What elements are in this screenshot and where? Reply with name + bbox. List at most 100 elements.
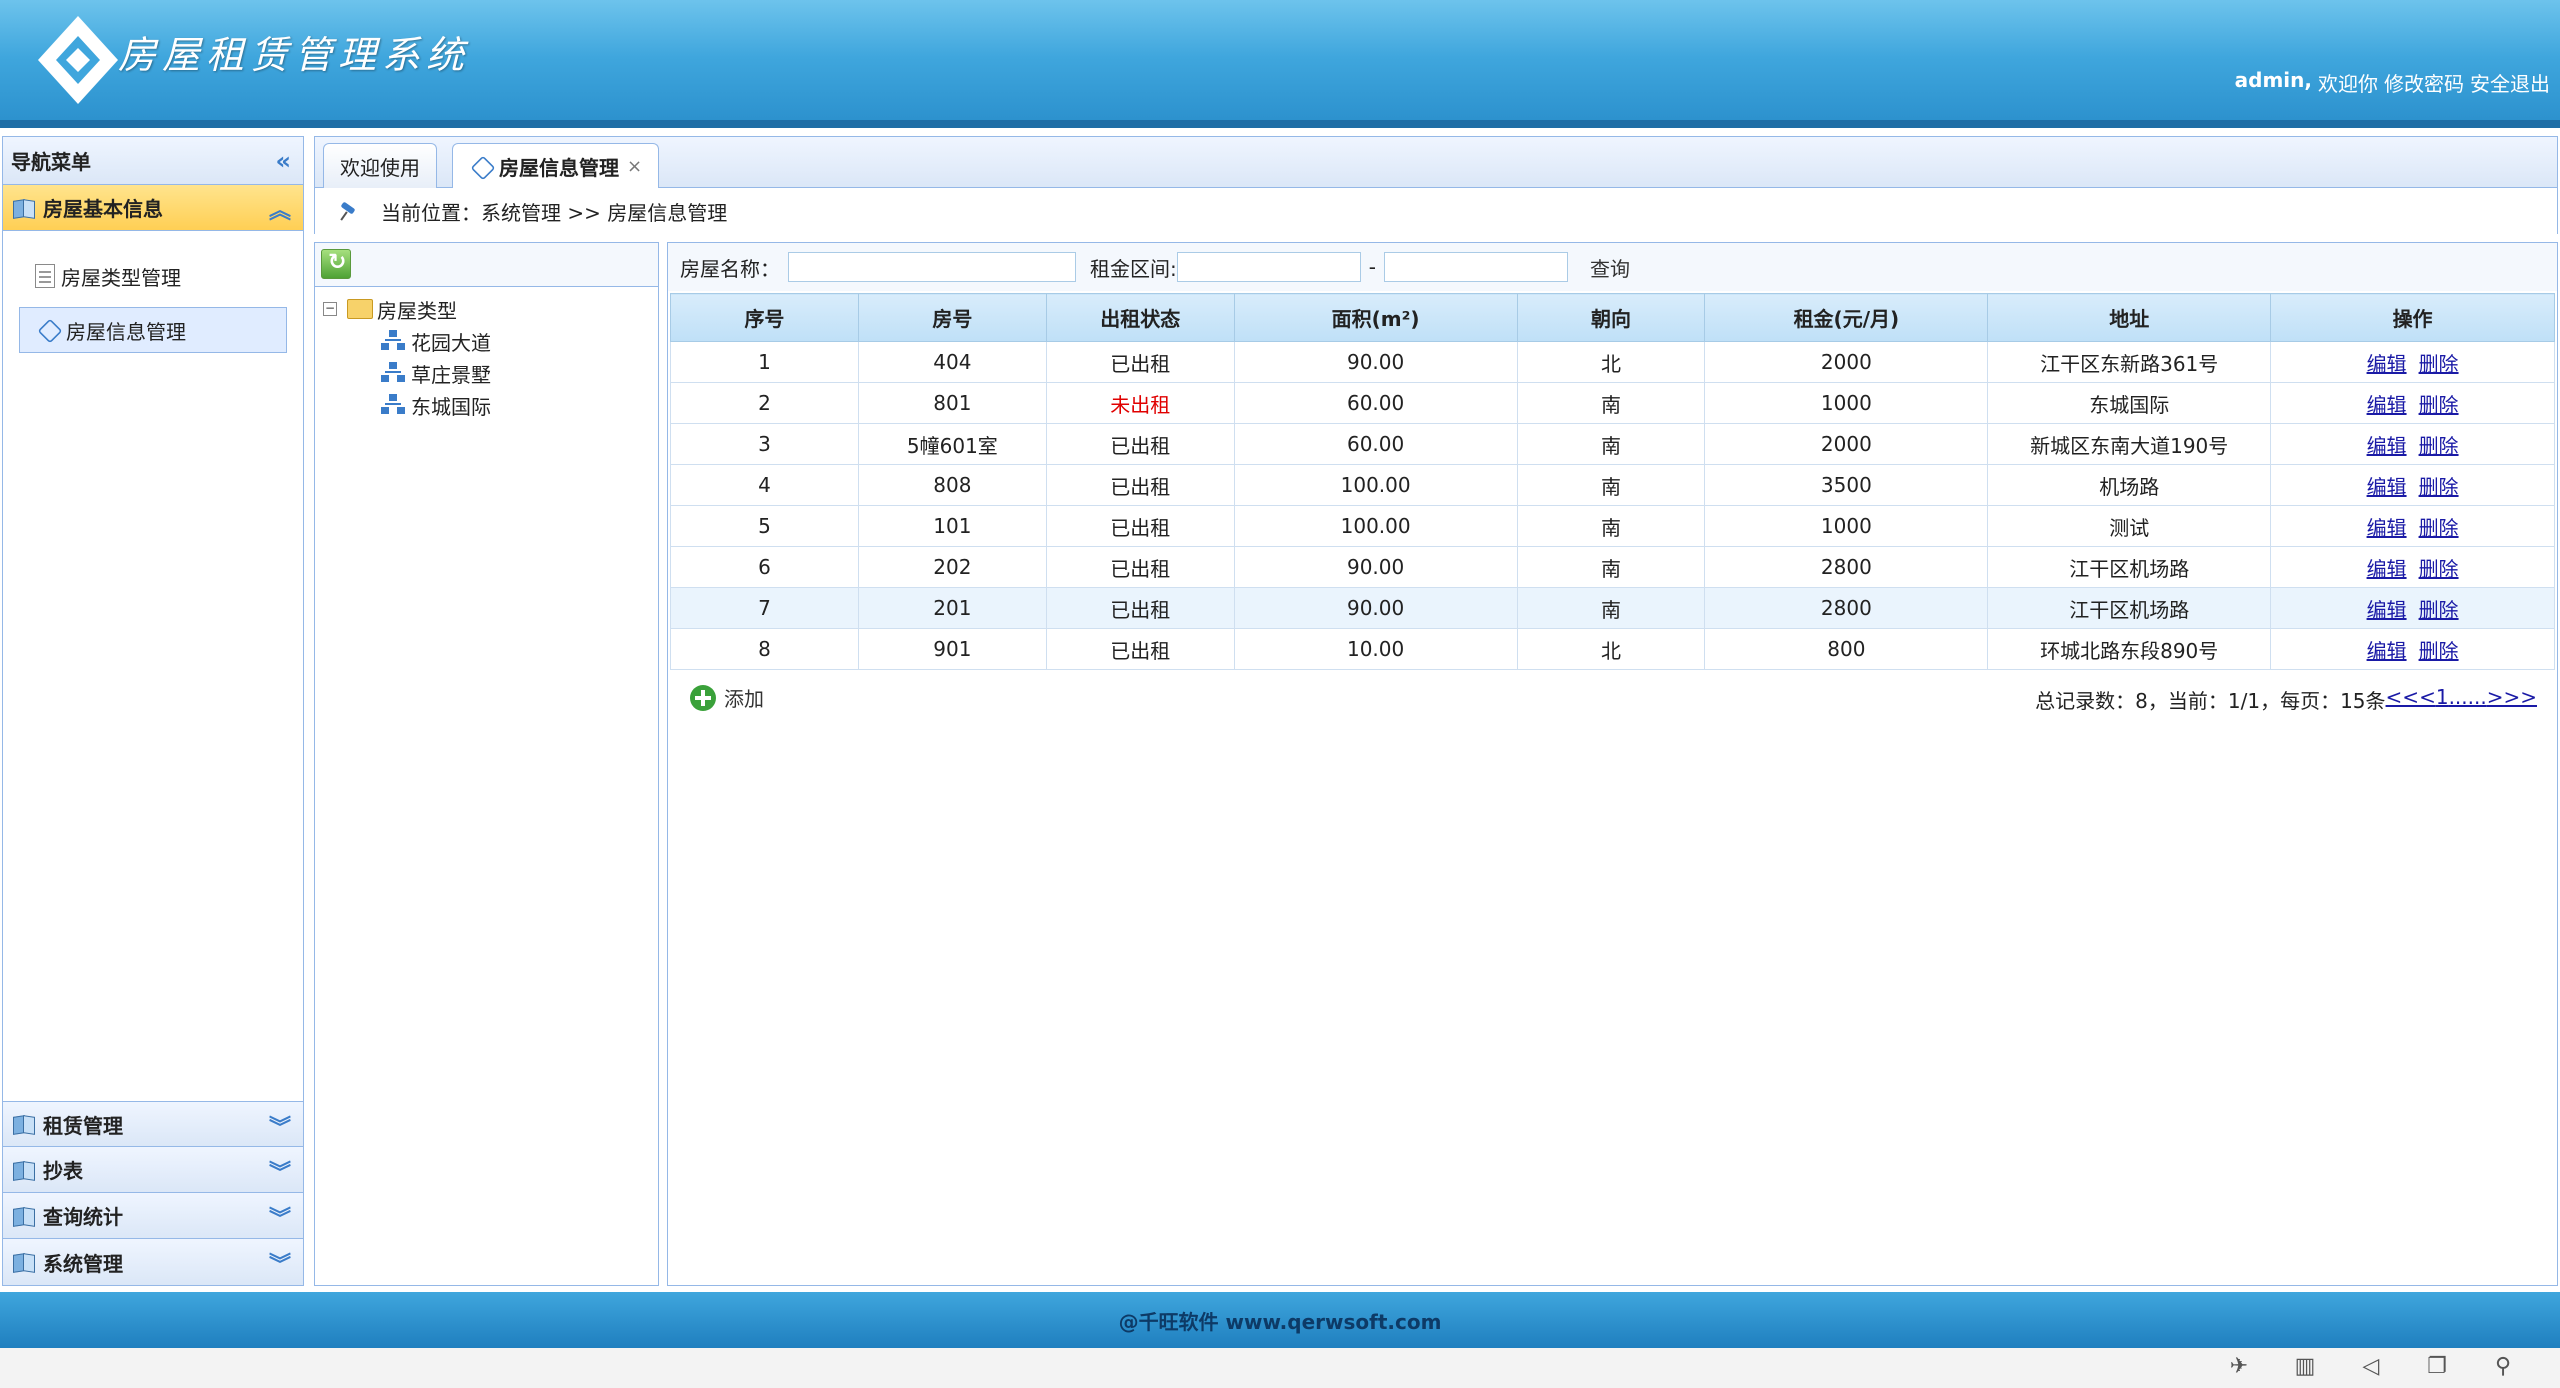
tree-node-child[interactable]: 花园大道: [323, 325, 650, 357]
rocket-icon[interactable]: ✈: [2226, 1354, 2252, 1380]
table-row[interactable]: 1 404 已出租 90.00 北 2000 江干区东新路361号 编辑 删除: [670, 341, 2555, 383]
category-tree-panel: − 房屋类型 花园大道 草庄景墅 东城国际: [314, 242, 659, 1286]
table-cell: 江干区机场路: [1987, 546, 2272, 588]
edit-link[interactable]: 编辑: [2367, 557, 2407, 581]
tree-collapse-icon[interactable]: −: [323, 302, 337, 316]
tab-welcome[interactable]: 欢迎使用: [323, 143, 437, 189]
table-row[interactable]: 4 808 已出租 100.00 南 3500 机场路 编辑 删除: [670, 464, 2555, 506]
house-name-input[interactable]: [788, 252, 1076, 282]
column-header[interactable]: 房号: [857, 293, 1047, 342]
nav-section-body: 房屋类型管理 房屋信息管理: [3, 231, 303, 1133]
table-cell: 东城国际: [1987, 382, 2272, 424]
nav-item-house-type[interactable]: 房屋类型管理: [19, 253, 287, 299]
rent-range-separator: -: [1368, 255, 1376, 279]
delete-link[interactable]: 删除: [2419, 516, 2459, 540]
main-panel: 房屋名称： 租金区间: - 查询 序号 房号 出租状态 面积(m²) 朝向 租金…: [667, 242, 2558, 1286]
change-password-link[interactable]: 修改密码: [2384, 68, 2464, 97]
nav-collapsed-sections: 租赁管理 ︾ 抄表 ︾ 查询统计 ︾ 系统管理 ︾: [3, 1101, 303, 1285]
nav-section-house-basic[interactable]: 房屋基本信息 ︽: [3, 185, 303, 231]
table-cell: 1000: [1704, 505, 1989, 547]
column-header[interactable]: 租金(元/月): [1704, 293, 1989, 342]
query-button[interactable]: 查询: [1590, 253, 1630, 282]
edit-link[interactable]: 编辑: [2367, 516, 2407, 540]
delete-link[interactable]: 删除: [2419, 557, 2459, 581]
chevron-up-icon[interactable]: ︽: [269, 193, 291, 225]
tree-node-child[interactable]: 东城国际: [323, 389, 650, 421]
table-row[interactable]: 3 5幢601室 已出租 60.00 南 2000 新城区东南大道190号 编辑 删除: [670, 423, 2555, 465]
delete-link[interactable]: 删除: [2419, 393, 2459, 417]
close-icon[interactable]: ×: [627, 156, 642, 177]
edit-link[interactable]: 编辑: [2367, 393, 2407, 417]
table-cell: 已出租: [1045, 628, 1235, 670]
refresh-icon[interactable]: [321, 249, 351, 279]
table-cell: 5幢601室: [857, 423, 1047, 465]
column-header[interactable]: 面积(m²): [1233, 293, 1518, 342]
book-icon: [11, 1251, 37, 1273]
tab-house-info[interactable]: 房屋信息管理 ×: [452, 143, 660, 189]
edit-link[interactable]: 编辑: [2367, 352, 2407, 376]
footer: @千旺软件 www.qerwsoft.com: [0, 1292, 2560, 1348]
tree-node-root[interactable]: − 房屋类型: [323, 293, 650, 325]
table-header-row: 序号 房号 出租状态 面积(m²) 朝向 租金(元/月) 地址 操作: [670, 293, 2555, 342]
table-row[interactable]: 5 101 已出租 100.00 南 1000 测试 编辑 删除: [670, 505, 2555, 547]
chevron-down-icon[interactable]: ︾: [269, 1155, 291, 1187]
rent-min-input[interactable]: [1176, 252, 1361, 282]
table-row[interactable]: 7 201 已出租 90.00 南 2800 江干区机场路 编辑 删除: [670, 587, 2555, 629]
edit-link[interactable]: 编辑: [2367, 475, 2407, 499]
nav-item-house-info[interactable]: 房屋信息管理: [19, 307, 287, 353]
tree-node-child[interactable]: 草庄景墅: [323, 357, 650, 389]
tree-node-label: 花园大道: [411, 330, 491, 355]
speaker-icon[interactable]: ◁: [2358, 1354, 2384, 1380]
delete-link[interactable]: 删除: [2419, 598, 2459, 622]
column-header[interactable]: 序号: [670, 293, 859, 342]
rent-max-input[interactable]: [1383, 252, 1568, 282]
username: admin,: [2234, 68, 2312, 92]
table-cell: 北: [1516, 628, 1706, 670]
table-cell: 3500: [1704, 464, 1989, 506]
table-cell: 测试: [1987, 505, 2272, 547]
add-button[interactable]: 添加: [690, 683, 764, 712]
logout-link[interactable]: 安全退出: [2470, 68, 2550, 97]
house-icon: [36, 318, 62, 342]
table-cell: 5: [670, 505, 859, 547]
table-row[interactable]: 8 901 已出租 10.00 北 800 环城北路东段890号 编辑 删除: [670, 628, 2555, 670]
pager-next-link[interactable]: >>>: [2487, 685, 2537, 714]
nav-title-label: 导航菜单: [11, 150, 91, 174]
table-cell: 90.00: [1233, 546, 1518, 588]
delete-link[interactable]: 删除: [2419, 639, 2459, 663]
chevron-down-icon[interactable]: ︾: [269, 1201, 291, 1233]
pager-prev-link[interactable]: <<<: [2386, 685, 2436, 714]
delete-link[interactable]: 删除: [2419, 352, 2459, 376]
table-cell: 901: [857, 628, 1047, 670]
nav-section-rental[interactable]: 租赁管理 ︾: [3, 1101, 303, 1147]
table-row[interactable]: 6 202 已出租 90.00 南 2800 江干区机场路 编辑 删除: [670, 546, 2555, 588]
collapse-left-icon[interactable]: «: [275, 147, 291, 175]
table-cell: 100.00: [1233, 464, 1518, 506]
table-cell: 7: [670, 587, 859, 629]
trash-icon[interactable]: ▥: [2292, 1354, 2318, 1380]
nav-section-label: 抄表: [43, 1159, 83, 1183]
window-icon[interactable]: ❐: [2424, 1354, 2450, 1380]
nav-section-system[interactable]: 系统管理 ︾: [3, 1239, 303, 1285]
delete-link[interactable]: 删除: [2419, 475, 2459, 499]
nav-item-label: 房屋信息管理: [66, 319, 186, 344]
pager-ellipsis-link[interactable]: ......: [2449, 685, 2487, 714]
pager-page-link[interactable]: 1: [2436, 685, 2449, 714]
nav-section-meter[interactable]: 抄表 ︾: [3, 1147, 303, 1193]
table-row[interactable]: 2 801 未出租 60.00 南 1000 东城国际 编辑 删除: [670, 382, 2555, 424]
edit-link[interactable]: 编辑: [2367, 434, 2407, 458]
column-header[interactable]: 地址: [1987, 293, 2272, 342]
chevron-down-icon[interactable]: ︾: [269, 1247, 291, 1279]
delete-link[interactable]: 删除: [2419, 434, 2459, 458]
table-cell-actions: 编辑 删除: [2270, 587, 2555, 629]
nav-section-stats[interactable]: 查询统计 ︾: [3, 1193, 303, 1239]
search-icon[interactable]: ⚲: [2490, 1354, 2516, 1380]
edit-link[interactable]: 编辑: [2367, 639, 2407, 663]
chevron-down-icon[interactable]: ︾: [269, 1110, 291, 1142]
column-header[interactable]: 朝向: [1516, 293, 1706, 342]
column-header[interactable]: 操作: [2270, 293, 2555, 342]
edit-link[interactable]: 编辑: [2367, 598, 2407, 622]
table-cell: 90.00: [1233, 587, 1518, 629]
nav-section-label: 系统管理: [43, 1251, 123, 1276]
column-header[interactable]: 出租状态: [1045, 293, 1235, 342]
